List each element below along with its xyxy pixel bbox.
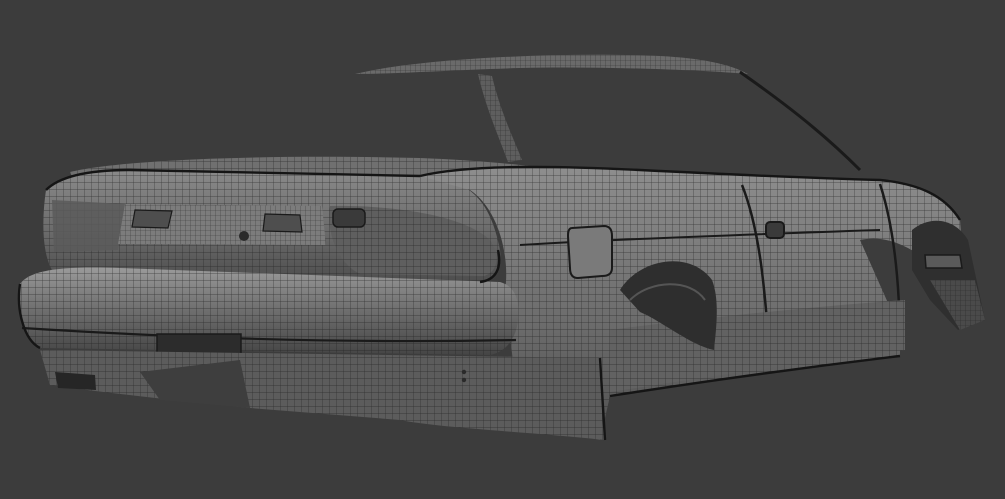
- roof-panel: [355, 54, 862, 172]
- fuel-door: [566, 224, 613, 280]
- 3d-viewport[interactable]: [0, 0, 1005, 499]
- rear-marker-housing: [332, 208, 366, 228]
- rear-light-housing-right: [262, 213, 303, 233]
- front-wheel-arch: [912, 220, 985, 330]
- exhaust-cutout: [55, 372, 96, 390]
- rear-light-housing-left: [131, 209, 173, 229]
- door-handle: [765, 221, 785, 239]
- rear-tail-panel: [43, 170, 501, 282]
- car-wireframe-render: [17, 54, 985, 441]
- trunk-lock-icon: [239, 231, 249, 241]
